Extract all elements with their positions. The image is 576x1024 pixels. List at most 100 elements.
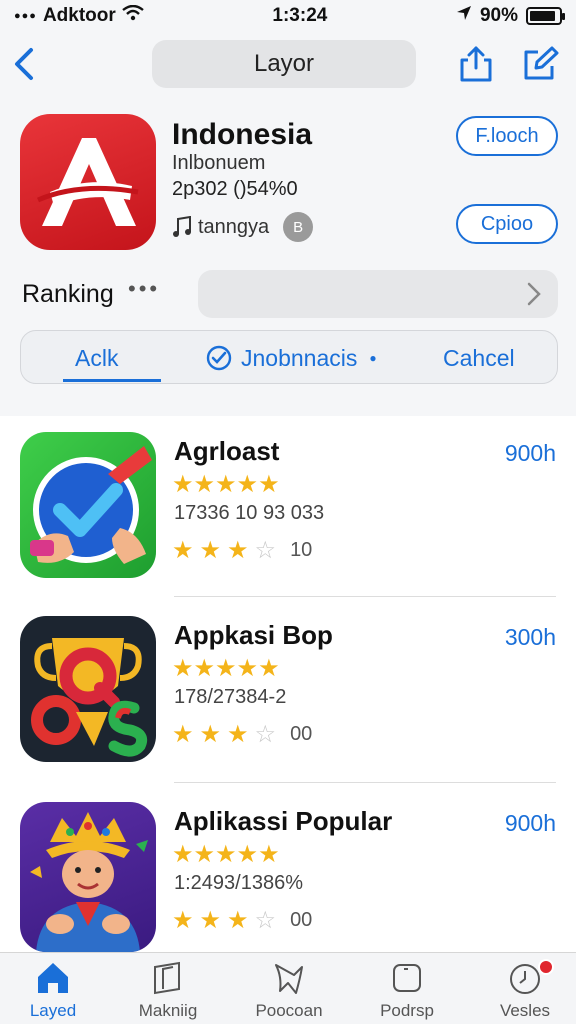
battery-fill: [530, 11, 555, 21]
ranking-row: Ranking •••: [0, 268, 576, 320]
segment-cancel[interactable]: Cahcel: [443, 331, 515, 385]
list-item[interactable]: Appkasi Bop ★★★★★ 178/27384-2 ★ ★ ★ ☆ 00 30…: [0, 600, 576, 784]
item-secondary-rating: ★ ★ ★ ☆ 10: [172, 536, 312, 565]
item-action[interactable]: 300h: [505, 624, 556, 651]
more-dots-icon[interactable]: •••: [128, 276, 160, 302]
status-time: 1:3:24: [272, 5, 328, 26]
character-avatar-icon: [30, 812, 148, 952]
item-star-rating: ★★★★★: [172, 470, 280, 499]
star-icon: ★: [215, 655, 237, 682]
star-icon: ★: [227, 537, 249, 564]
location-arrow-icon: [456, 5, 472, 27]
page-title[interactable]: Layor: [152, 40, 416, 88]
star-outline-icon: ☆: [254, 537, 277, 564]
app-tag-label: tanngya: [198, 215, 270, 238]
letter-a-logo-icon: [37, 138, 139, 226]
item-star-rating: ★★★★★: [172, 654, 280, 683]
primary-action-button[interactable]: F.looch: [456, 116, 558, 156]
book-icon: [154, 961, 180, 995]
music-note-icon: [173, 216, 191, 237]
signal-dots-icon: ●●●: [14, 10, 37, 22]
item-icon-qos: [20, 616, 156, 762]
status-bar: ●●● Adktoor 1:3:24 90%: [0, 0, 576, 32]
tab-label: Poocoan: [255, 1001, 323, 1020]
segment-jnobnnacis[interactable]: Jnobnnacis ●: [205, 331, 377, 385]
item-icon-character: [20, 802, 156, 952]
star-outline-icon: ☆: [254, 721, 277, 748]
nav-bar: Layor: [0, 38, 576, 92]
edit-button[interactable]: [520, 44, 560, 84]
segment-aclk[interactable]: Aclk: [75, 331, 118, 385]
star-icon: ★: [193, 841, 216, 868]
battery-percent: 90%: [479, 5, 518, 26]
notification-badge: [538, 959, 554, 975]
tab-podrsp[interactable]: Podrsp: [352, 959, 462, 1024]
divider: [174, 596, 556, 597]
star-icon: ★: [193, 471, 216, 498]
home-icon: [38, 963, 68, 993]
item-count: 00: [290, 723, 313, 745]
segment-dot-icon: ●: [369, 351, 377, 365]
item-action[interactable]: 900h: [505, 440, 556, 467]
wifi-icon: [122, 4, 144, 27]
item-count: 00: [290, 909, 313, 931]
star-icon: ★: [227, 907, 249, 934]
item-meta: 178/27384-2: [174, 686, 287, 708]
tab-poocoan[interactable]: Poocoan: [234, 959, 344, 1024]
star-icon: ★: [172, 655, 194, 682]
item-action[interactable]: 900h: [505, 810, 556, 837]
star-icon: ★: [215, 471, 237, 498]
star-icon: ★: [258, 841, 280, 868]
trophy-letters-icon: [31, 638, 148, 757]
item-meta: 17336 10 93 033: [174, 502, 325, 524]
tag-badge: B: [283, 212, 314, 242]
share-icon: [460, 46, 492, 82]
star-icon: ★: [199, 537, 222, 564]
ranking-field[interactable]: [198, 270, 558, 318]
chevron-right-icon: [527, 282, 541, 306]
share-button[interactable]: [456, 44, 496, 84]
app-meta: 2p302 ()54%0: [172, 178, 298, 200]
carrier-label: Adktoor: [42, 5, 116, 26]
status-right: 90%: [456, 5, 565, 27]
app-name: Indonesia: [172, 118, 313, 151]
star-icon: ★: [172, 907, 194, 934]
star-icon: ★: [199, 907, 222, 934]
edit-icon: [524, 46, 559, 80]
list-item[interactable]: Agrloast ★★★★★ 17336 10 93 033 ★ ★ ★ ☆ 10 9…: [0, 416, 576, 600]
tag-icon: [393, 964, 421, 992]
item-icon-checkmark: [20, 432, 156, 578]
star-icon: ★: [172, 537, 194, 564]
app-tag: tanngya B: [172, 212, 314, 242]
star-icon: ★: [172, 841, 194, 868]
segment-jnobnnacis-label: Jnobnnacis: [241, 344, 358, 371]
app-icon[interactable]: [20, 114, 156, 250]
chevron-left-icon: [15, 48, 33, 80]
star-icon: ★: [172, 471, 194, 498]
tab-makniig[interactable]: Makniig: [113, 959, 223, 1024]
battery-icon: [526, 7, 565, 25]
item-title: Agrloast: [174, 436, 280, 466]
segmented-control: Aclk Jnobnnacis ● Cahcel: [20, 330, 558, 384]
star-icon: ★: [227, 721, 249, 748]
star-icon: ★: [199, 721, 222, 748]
item-secondary-rating: ★ ★ ★ ☆ 00: [172, 720, 312, 749]
puzzle-icon: [275, 964, 303, 994]
list-item[interactable]: Aplikassi Popular ★★★★★ 1:2493/1386% ★ ★ ★…: [0, 786, 576, 970]
ranking-label: Ranking: [22, 280, 114, 308]
back-button[interactable]: [4, 44, 44, 88]
tab-layed[interactable]: Layed: [0, 959, 108, 1024]
star-icon: ★: [258, 655, 280, 682]
item-title: Appkasi Bop: [174, 620, 333, 650]
star-icon: ★: [172, 721, 194, 748]
item-title: Aplikassi Popular: [174, 806, 393, 836]
star-icon: ★: [258, 471, 280, 498]
tab-vesles[interactable]: Vesles: [470, 959, 576, 1024]
item-meta: 1:2493/1386%: [174, 872, 304, 894]
tab-label: Makniig: [138, 1001, 198, 1020]
tab-bar: Layed Makniig Poocoan Podrsp Vesles: [0, 952, 576, 1024]
secondary-action-button[interactable]: Cpioo: [456, 204, 558, 244]
tab-label: Podrsp: [380, 1001, 434, 1020]
star-icon: ★: [236, 655, 259, 682]
app-header: Indonesia Inlbonuem 2p302 ()54%0 tanngya…: [0, 112, 576, 252]
